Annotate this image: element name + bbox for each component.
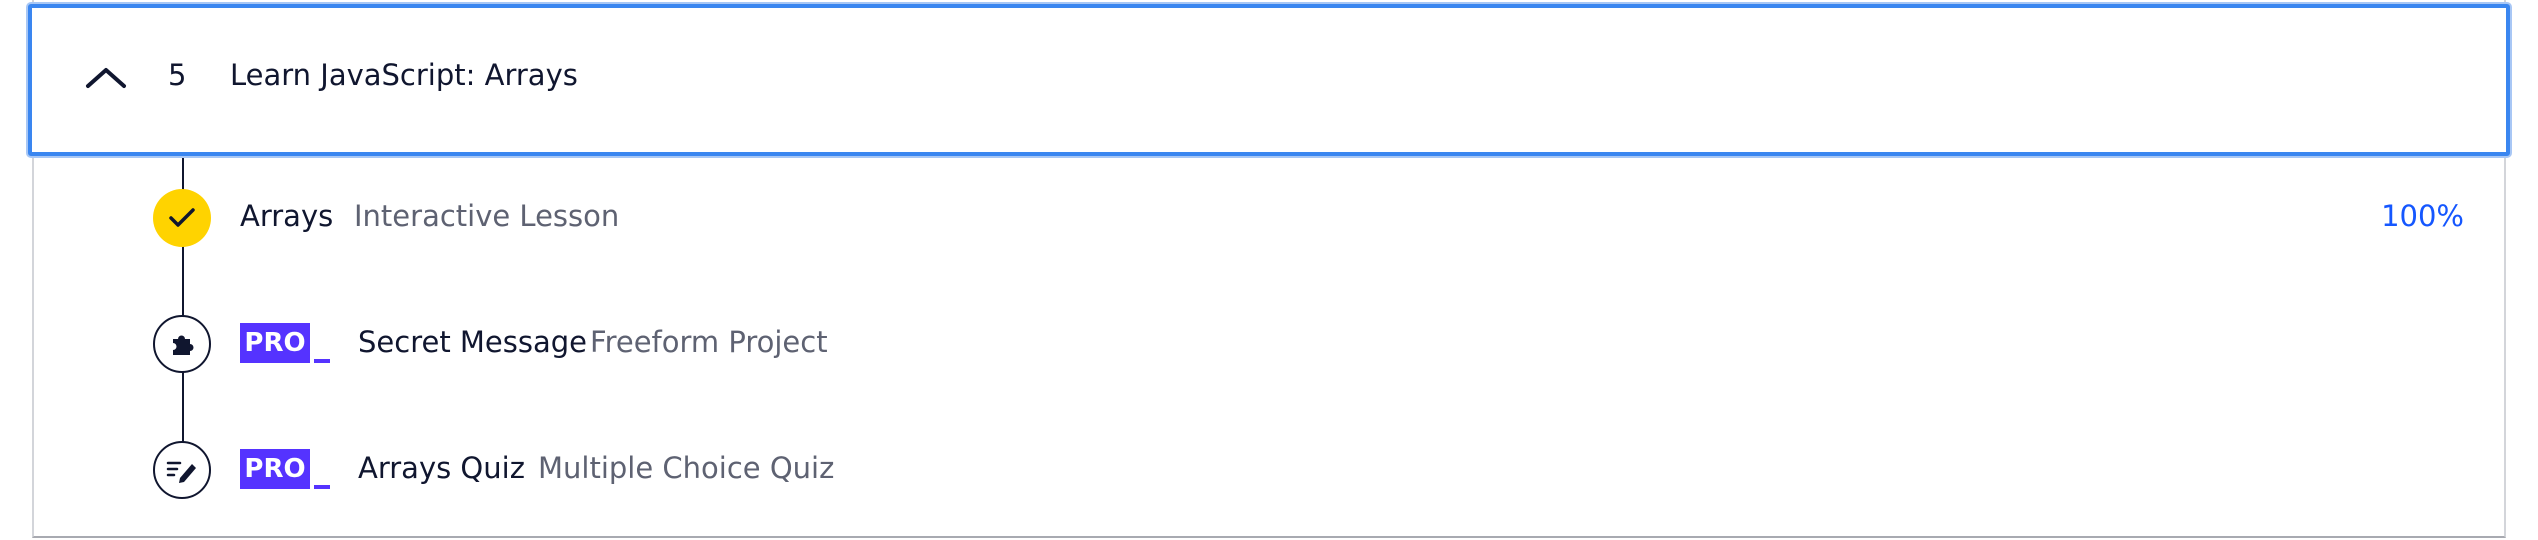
item-name: Arrays	[240, 199, 334, 233]
item-circle	[153, 441, 211, 499]
module-title: Learn JavaScript: Arrays	[230, 58, 578, 92]
quiz-pencil-icon	[166, 461, 196, 483]
item-type: Interactive Lesson	[354, 199, 620, 233]
module-header[interactable]: 5 Learn JavaScript: Arrays	[28, 4, 2510, 156]
item-type: Multiple Choice Quiz	[538, 451, 835, 485]
check-icon	[169, 208, 195, 227]
puzzle-icon	[173, 335, 194, 355]
pro-cursor	[314, 359, 330, 363]
pro-label: PRO	[240, 323, 310, 363]
item-name: Arrays Quiz	[358, 451, 525, 485]
pro-badge: PRO	[240, 449, 330, 489]
pro-cursor	[314, 485, 330, 489]
chevron-up-icon[interactable]	[84, 62, 128, 92]
project-item-secret-message[interactable]: PRO Secret Message Freeform Project	[0, 287, 2538, 397]
module-number: 5	[168, 58, 187, 92]
item-circle	[153, 315, 211, 373]
completed-circle	[153, 189, 211, 247]
pro-label: PRO	[240, 449, 310, 489]
pro-badge: PRO	[240, 323, 330, 363]
lesson-item-arrays[interactable]: Arrays Interactive Lesson 100%	[0, 161, 2538, 271]
item-name: Secret Message	[358, 325, 588, 359]
progress-percent: 100%	[2381, 199, 2464, 233]
item-type: Freeform Project	[590, 325, 828, 359]
quiz-item-arrays-quiz[interactable]: PRO Arrays Quiz Multiple Choice Quiz	[0, 413, 2538, 523]
